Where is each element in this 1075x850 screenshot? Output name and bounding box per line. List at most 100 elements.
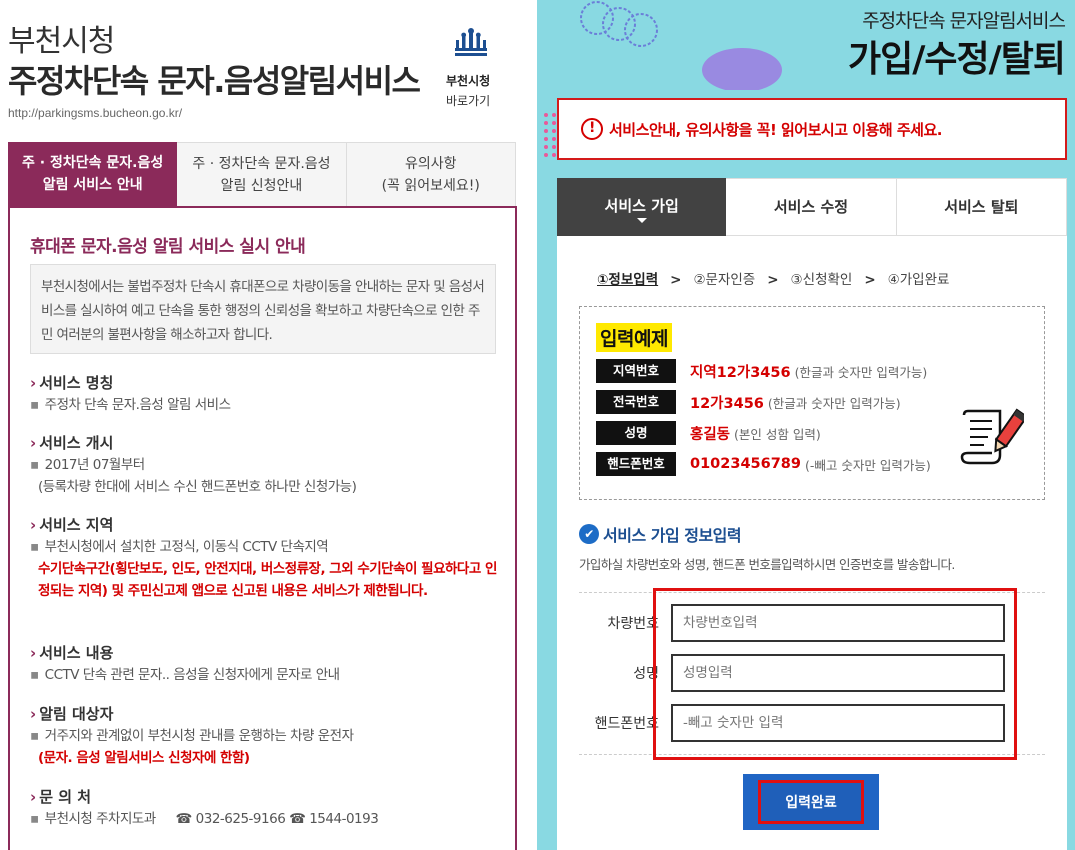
phone-icon: ☎ bbox=[289, 811, 306, 827]
section-area: › 서비스 지역 ▪ 부천시청에서 설치한 고정식, 이동식 CCTV 단속지역 수… bbox=[30, 514, 500, 602]
tab-line: 알림 신청안내 bbox=[220, 178, 303, 194]
left-panel: 부천시청 주정차단속 문자.음성알림서비스 http://parkingsms.… bbox=[0, 0, 525, 850]
bullet-icon: ▪ bbox=[30, 397, 39, 413]
section-warning: (문자. 음성 알림서비스 신청자에 한함) bbox=[38, 750, 250, 766]
bullet-icon: ▪ bbox=[30, 457, 39, 473]
bucheon-logo-link[interactable]: 부천시청 바로가기 bbox=[440, 26, 502, 108]
example-row: 핸드폰번호 01023456789 (-빼고 숫자만 입력가능) bbox=[596, 452, 931, 476]
section-title: 서비스 명칭 bbox=[39, 374, 114, 392]
chevron-right-icon: › bbox=[30, 374, 37, 392]
guide-intro: 부천시청에서는 불법주정차 단속시 휴대폰으로 차량이동을 안내하는 문자 및 … bbox=[30, 264, 496, 354]
example-label: 지역번호 bbox=[596, 359, 676, 383]
example-label: 핸드폰번호 bbox=[596, 452, 676, 476]
phone-number: 032-625-9166 bbox=[195, 811, 286, 827]
service-title: 주정차단속 문자.음성알림서비스 bbox=[8, 62, 421, 100]
phone-icon: ☎ bbox=[175, 811, 193, 827]
left-tabs: 주 · 정차단속 문자.음성 알림 서비스 안내 주 · 정차단속 문자.음성 … bbox=[8, 142, 516, 208]
right-subtitle: 주정차단속 문자알림서비스 bbox=[862, 10, 1066, 32]
example-note: (본인 성함 입력) bbox=[734, 426, 821, 442]
signup-card: 서비스 가입 서비스 수정 서비스 탈퇴 ①정보입력 > ②문자인증 > ③신청확인 > ④… bbox=[557, 178, 1067, 850]
step-4: ④가입완료 bbox=[887, 272, 950, 288]
submit-label: 입력완료 bbox=[758, 780, 864, 824]
section-title: 서비스 내용 bbox=[39, 644, 114, 662]
alert-icon: ! bbox=[581, 118, 603, 140]
tab-apply-guide[interactable]: 주 · 정차단속 문자.음성 알림 신청안내 bbox=[177, 142, 347, 208]
step-1: ①정보입력 bbox=[597, 272, 659, 288]
example-row: 지역번호 지역12가3456 (한글과 숫자만 입력가능) bbox=[596, 359, 927, 383]
guide-heading: 휴대폰 문자.음성 알림 서비스 실시 안내 bbox=[30, 237, 306, 257]
highlight-box bbox=[653, 588, 1017, 760]
tab-line: 주 · 정차단속 문자.음성 bbox=[192, 156, 331, 172]
section-text: 주정차 단속 문자.음성 알림 서비스 bbox=[44, 397, 231, 413]
chevron-right-icon: › bbox=[30, 788, 37, 806]
section-warning: 수기단속구간(횡단보도, 인도, 안전지대, 버스정류장, 그외 수기단속이 필… bbox=[38, 561, 497, 599]
section-name: › 서비스 명칭 ▪ 주정차 단속 문자.음성 알림 서비스 bbox=[30, 372, 500, 416]
example-note: (한글과 숫자만 입력가능) bbox=[767, 395, 901, 411]
logo-shortcut: 바로가기 bbox=[446, 94, 491, 108]
section-title: 서비스 개시 bbox=[39, 434, 114, 452]
warning-text: 서비스안내, 유의사항을 꼭! 읽어보시고 이용해 주세요. bbox=[609, 120, 942, 139]
step-2: ②문자인증 bbox=[693, 272, 756, 288]
warning-banner: ! 서비스안내, 유의사항을 꼭! 읽어보시고 이용해 주세요. bbox=[557, 98, 1067, 160]
bullet-icon: ▪ bbox=[30, 811, 39, 827]
form-heading-text: 서비스 가입 정보입력 bbox=[603, 526, 742, 545]
section-title: 문 의 처 bbox=[39, 788, 92, 806]
example-label: 성명 bbox=[596, 421, 676, 445]
section-title: 알림 대상자 bbox=[39, 705, 114, 723]
service-guide-content: 휴대폰 문자.음성 알림 서비스 실시 안내 부천시청에서는 불법주정차 단속시… bbox=[8, 206, 517, 850]
chevron-right-icon: › bbox=[30, 644, 37, 662]
chevron-right-icon: > bbox=[864, 272, 876, 288]
example-row: 전국번호 12가3456 (한글과 숫자만 입력가능) bbox=[596, 390, 901, 414]
section-title: 서비스 지역 bbox=[39, 516, 114, 534]
logo-name: 부천시청 bbox=[446, 74, 491, 88]
example-value: 12가3456 bbox=[690, 395, 764, 412]
input-example-box: 입력예제 지역번호 지역12가3456 (한글과 숫자만 입력가능) 전국번호 … bbox=[579, 306, 1045, 500]
tab-service-leave[interactable]: 서비스 탈퇴 bbox=[896, 178, 1067, 236]
city-name: 부천시청 bbox=[8, 24, 115, 59]
section-text: 부천시청에서 설치한 고정식, 이동식 CCTV 단속지역 bbox=[44, 539, 329, 555]
section-start: › 서비스 개시 ▪ 2017년 07월부터 (등록차량 한대에 서비스 수신 핸드… bbox=[30, 432, 500, 498]
section-content: › 서비스 내용 ▪ CCTV 단속 관련 문자.. 음성을 신청자에게 문자로 안… bbox=[30, 642, 500, 686]
chevron-right-icon: > bbox=[767, 272, 779, 288]
section-target: › 알림 대상자 ▪ 거주지와 관계없이 부천시청 관내를 운행하는 차량 운전자 … bbox=[30, 703, 500, 769]
check-circle-icon: ✔ bbox=[579, 524, 599, 544]
tab-service-guide[interactable]: 주 · 정차단속 문자.음성 알림 서비스 안내 bbox=[8, 142, 178, 208]
decoration-circles-icon bbox=[580, 1, 658, 47]
example-row: 성명 홍길동 (본인 성함 입력) bbox=[596, 421, 821, 445]
chevron-right-icon: > bbox=[670, 272, 682, 288]
example-value: 홍길동 bbox=[690, 426, 731, 443]
chevron-right-icon: › bbox=[30, 516, 37, 534]
example-value: 01023456789 bbox=[690, 456, 801, 472]
document-pen-icon bbox=[960, 408, 1024, 465]
section-text: 2017년 07월부터 bbox=[44, 457, 146, 473]
chevron-right-icon: › bbox=[30, 434, 37, 452]
tab-service-edit[interactable]: 서비스 수정 bbox=[726, 178, 897, 236]
example-value: 지역12가3456 bbox=[690, 364, 791, 381]
step-indicator: ①정보입력 > ②문자인증 > ③신청확인 > ④가입완료 bbox=[597, 268, 949, 288]
right-panel: 주정차단속 문자알림서비스 가입/수정/탈퇴 ! 서비스안내, 유의사항을 꼭!… bbox=[537, 0, 1075, 850]
tab-line: 알림 서비스 안내 bbox=[42, 177, 143, 193]
submit-button[interactable]: 입력완료 bbox=[743, 774, 879, 830]
decoration-blob-icon bbox=[702, 48, 782, 90]
section-text: 부천시청 주차지도과 bbox=[44, 811, 157, 827]
section-text: 거주지와 관계없이 부천시청 관내를 운행하는 차량 운전자 bbox=[44, 728, 354, 744]
right-title: 가입/수정/탈퇴 bbox=[847, 39, 1066, 80]
bucheon-logo-icon bbox=[455, 28, 487, 56]
form-description: 가입하실 차량번호와 성명, 핸드폰 번호를입력하시면 인증번호를 발송합니다. bbox=[579, 557, 955, 572]
tab-notes[interactable]: 유의사항 (꼭 읽어보세요!) bbox=[346, 142, 516, 208]
form-heading: ✔ 서비스 가입 정보입력 bbox=[579, 522, 742, 546]
example-label: 전국번호 bbox=[596, 390, 676, 414]
tab-line: (꼭 읽어보세요!) bbox=[381, 178, 480, 194]
section-text: (등록차량 한대에 서비스 수신 핸드폰번호 하나만 신청가능) bbox=[38, 479, 357, 495]
section-text: CCTV 단속 관련 문자.. 음성을 신청자에게 문자로 안내 bbox=[44, 667, 340, 683]
bullet-icon: ▪ bbox=[30, 539, 39, 555]
chevron-right-icon: › bbox=[30, 705, 37, 723]
step-3: ③신청확인 bbox=[790, 272, 853, 288]
service-tabs: 서비스 가입 서비스 수정 서비스 탈퇴 bbox=[557, 178, 1067, 236]
tab-line: 유의사항 bbox=[404, 156, 457, 172]
example-note: (-빼고 숫자만 입력가능) bbox=[804, 457, 931, 473]
example-note: (한글과 숫자만 입력가능) bbox=[794, 364, 928, 380]
tab-service-join[interactable]: 서비스 가입 bbox=[557, 178, 727, 236]
site-url[interactable]: http://parkingsms.bucheon.go.kr/ bbox=[8, 106, 182, 120]
example-title: 입력예제 bbox=[596, 323, 672, 352]
